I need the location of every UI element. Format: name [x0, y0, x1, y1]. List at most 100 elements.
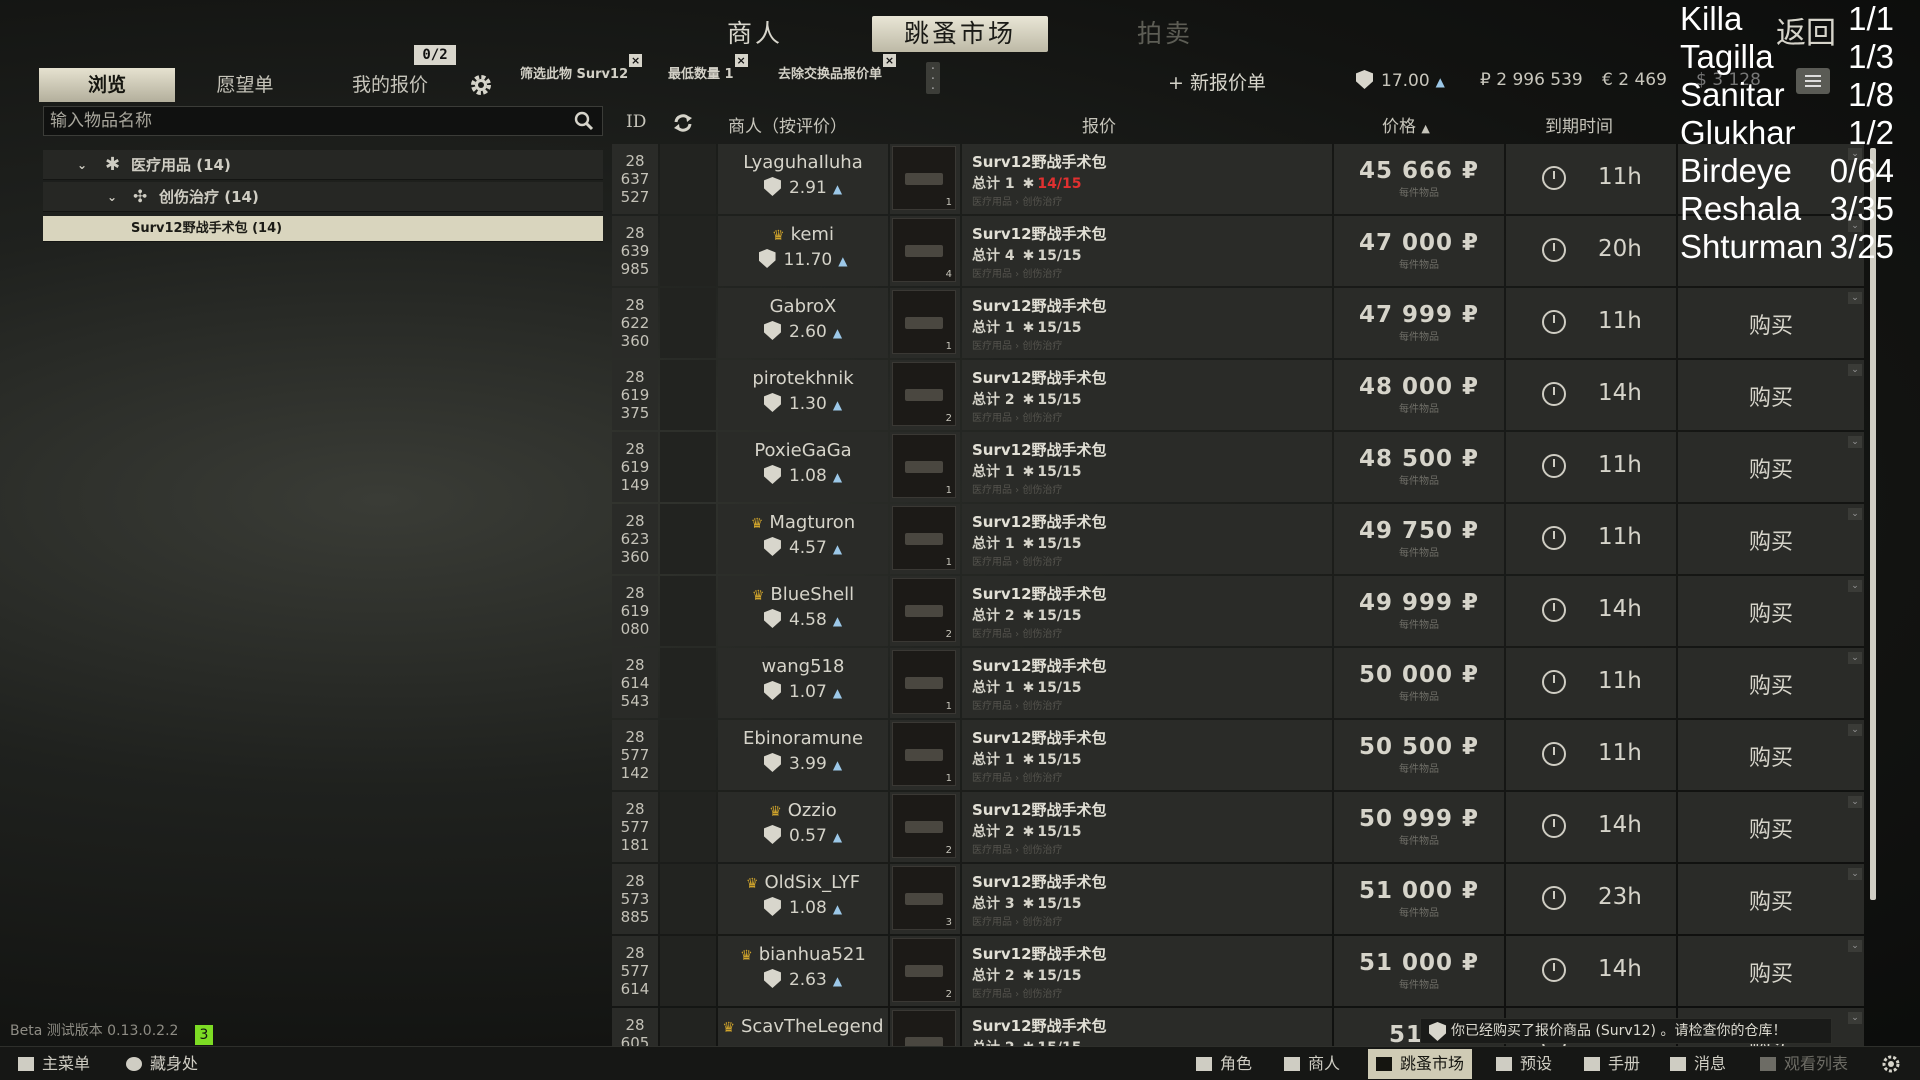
chevron-down-icon[interactable]: ⌄: [1848, 364, 1862, 376]
item-name[interactable]: Surv12野战手术包: [972, 367, 1332, 388]
settings-gear-icon[interactable]: [1880, 1053, 1902, 1075]
item-name[interactable]: Surv12野战手术包: [972, 583, 1332, 604]
seller-name[interactable]: wang518: [762, 656, 845, 677]
item-thumbnail[interactable]: 4: [890, 216, 960, 286]
buy-button[interactable]: 购买: [1749, 308, 1793, 340]
seller-name[interactable]: PoxieGaGa: [754, 440, 851, 461]
close-icon[interactable]: ×: [883, 54, 897, 67]
seller-name[interactable]: kemi: [791, 224, 834, 245]
item-thumbnail[interactable]: 1: [890, 432, 960, 502]
buy-button[interactable]: 购买: [1749, 740, 1793, 772]
seller-cell[interactable]: wang518 1.07 ▲: [718, 648, 888, 718]
main-menu-button[interactable]: 主菜单: [10, 1049, 98, 1079]
offer-row[interactable]: 28 614 543 wang518 1.07 ▲ 1 Surv12野战手术包 总…: [612, 648, 1870, 718]
column-expires[interactable]: 到期时间: [1545, 112, 1613, 137]
seller-name-wrap[interactable]: LyaguhaIluha: [718, 152, 888, 173]
tab-my-offers[interactable]: 我的报价: [330, 68, 450, 102]
seller-name[interactable]: OldSix_LYF: [764, 872, 860, 893]
offer-row[interactable]: 28 577 181 ♛ Ozzio 0.57 ▲ 2 Surv12野战手术包 总计…: [612, 792, 1870, 862]
chevron-down-icon[interactable]: ⌄: [1848, 1012, 1862, 1024]
flea-market-button[interactable]: 跳蚤市场: [1368, 1049, 1473, 1079]
item-thumbnail[interactable]: 1: [890, 288, 960, 358]
seller-name[interactable]: Ebinoramune: [743, 728, 863, 749]
search-input[interactable]: [44, 107, 602, 135]
seller-name[interactable]: GabroX: [770, 296, 837, 317]
tree-item-injury-treatment[interactable]: ⌄ ✣ 创伤治疗 (14): [43, 182, 603, 212]
seller-cell[interactable]: LyaguhaIluha 2.91 ▲: [718, 144, 888, 214]
seller-name[interactable]: Ozzio: [788, 800, 837, 821]
chevron-down-icon[interactable]: ⌄: [107, 182, 117, 212]
tab-wishlist[interactable]: 愿望单: [190, 68, 300, 102]
tab-auction[interactable]: 拍卖: [1110, 16, 1220, 52]
chevron-down-icon[interactable]: ⌄: [1848, 292, 1862, 304]
seller-name-wrap[interactable]: Ebinoramune: [718, 728, 888, 749]
gear-icon[interactable]: [468, 72, 494, 98]
offer-row[interactable]: 28 619 375 pirotekhnik 1.30 ▲ 2 Surv12野战手…: [612, 360, 1870, 430]
column-id[interactable]: ID: [626, 112, 646, 132]
offer-row[interactable]: 28 577 142 Ebinoramune 3.99 ▲ 1 Surv12野战手…: [612, 720, 1870, 790]
chevron-down-icon[interactable]: ⌄: [1848, 652, 1862, 664]
search-icon[interactable]: [574, 111, 594, 131]
close-icon[interactable]: ×: [734, 54, 748, 67]
seller-name-wrap[interactable]: ♛ bianhua521: [718, 944, 888, 965]
presets-button[interactable]: 预设: [1488, 1049, 1560, 1079]
item-thumbnail[interactable]: 2: [890, 936, 960, 1006]
tree-item-medical[interactable]: ⌄ ✱ 医疗用品 (14): [43, 150, 603, 180]
seller-cell[interactable]: PoxieGaGa 1.08 ▲: [718, 432, 888, 502]
item-name[interactable]: Surv12野战手术包: [972, 943, 1332, 964]
seller-name-wrap[interactable]: PoxieGaGa: [718, 440, 888, 461]
item-thumbnail[interactable]: 1: [890, 720, 960, 790]
item-thumbnail[interactable]: 2: [890, 1008, 960, 1046]
filter-chip-no-barter[interactable]: 去除交换品报价单 ×: [778, 54, 897, 86]
seller-name[interactable]: ScavTheLegend: [741, 1016, 884, 1037]
tab-traders[interactable]: 商人: [700, 16, 810, 52]
item-name[interactable]: Surv12野战手术包: [972, 871, 1332, 892]
chevron-down-icon[interactable]: ⌄: [1848, 508, 1862, 520]
buy-button[interactable]: 购买: [1749, 596, 1793, 628]
item-name[interactable]: Surv12野战手术包: [972, 727, 1332, 748]
messages-button[interactable]: 消息: [1662, 1049, 1734, 1079]
chevron-down-icon[interactable]: ⌄: [1848, 940, 1862, 952]
seller-cell[interactable]: ♛ Ozzio 0.57 ▲: [718, 792, 888, 862]
offer-row[interactable]: 28 577 614 ♛ bianhua521 2.63 ▲ 2 Surv12野战手…: [612, 936, 1870, 1006]
offer-row[interactable]: 28 619 149 PoxieGaGa 1.08 ▲ 1 Surv12野战手术包…: [612, 432, 1870, 502]
buy-button[interactable]: 购买: [1749, 452, 1793, 484]
close-icon[interactable]: ×: [629, 54, 643, 67]
filter-chip-min-qty[interactable]: 最低数量 1 ×: [668, 54, 748, 86]
item-thumbnail[interactable]: 3: [890, 864, 960, 934]
chevron-down-icon[interactable]: ⌄: [1848, 724, 1862, 736]
chevron-down-icon[interactable]: ⌄: [1848, 580, 1862, 592]
chevron-down-icon[interactable]: ⌄: [1848, 796, 1862, 808]
offer-row[interactable]: 28 622 360 GabroX 2.60 ▲ 1 Surv12野战手术包 总计…: [612, 288, 1870, 358]
item-thumbnail[interactable]: 2: [890, 360, 960, 430]
seller-name[interactable]: LyaguhaIluha: [743, 152, 863, 173]
seller-name-wrap[interactable]: pirotekhnik: [718, 368, 888, 389]
column-price[interactable]: 价格 ▲: [1382, 112, 1430, 137]
item-name[interactable]: Surv12野战手术包: [972, 151, 1332, 172]
refresh-icon[interactable]: [672, 112, 694, 134]
watchlist-button[interactable]: 观看列表: [1752, 1049, 1856, 1079]
item-name[interactable]: Surv12野战手术包: [972, 511, 1332, 532]
buy-button[interactable]: 购买: [1749, 524, 1793, 556]
seller-name-wrap[interactable]: ♛ Ozzio: [718, 800, 888, 821]
seller-cell[interactable]: ♛ bianhua521 2.63 ▲: [718, 936, 888, 1006]
item-name[interactable]: Surv12野战手术包: [972, 655, 1332, 676]
tab-browse[interactable]: 浏览: [39, 68, 175, 102]
seller-name-wrap[interactable]: wang518: [718, 656, 888, 677]
offer-row[interactable]: 28 619 080 ♛ BlueShell 4.58 ▲ 2 Surv12野战手术…: [612, 576, 1870, 646]
buy-button[interactable]: 购买: [1749, 380, 1793, 412]
buy-button[interactable]: 购买: [1749, 668, 1793, 700]
item-name[interactable]: Surv12野战手术包: [972, 295, 1332, 316]
offer-row[interactable]: 28 573 885 ♛ OldSix_LYF 1.08 ▲ 3 Surv12野战手…: [612, 864, 1870, 934]
seller-name[interactable]: Magturon: [769, 512, 855, 533]
item-thumbnail[interactable]: 1: [890, 648, 960, 718]
seller-cell[interactable]: ♛ OldSix_LYF 1.08 ▲: [718, 864, 888, 934]
seller-name[interactable]: bianhua521: [759, 944, 866, 965]
chevron-down-icon[interactable]: ⌄: [1848, 868, 1862, 880]
seller-cell[interactable]: ♛ ScavTheLegend: [718, 1008, 888, 1046]
tab-flea-market[interactable]: 跳蚤市场: [872, 16, 1048, 52]
seller-cell[interactable]: GabroX 2.60 ▲: [718, 288, 888, 358]
item-thumbnail[interactable]: 2: [890, 576, 960, 646]
more-filters-icon[interactable]: · · ·: [926, 62, 940, 96]
seller-name[interactable]: pirotekhnik: [752, 368, 853, 389]
